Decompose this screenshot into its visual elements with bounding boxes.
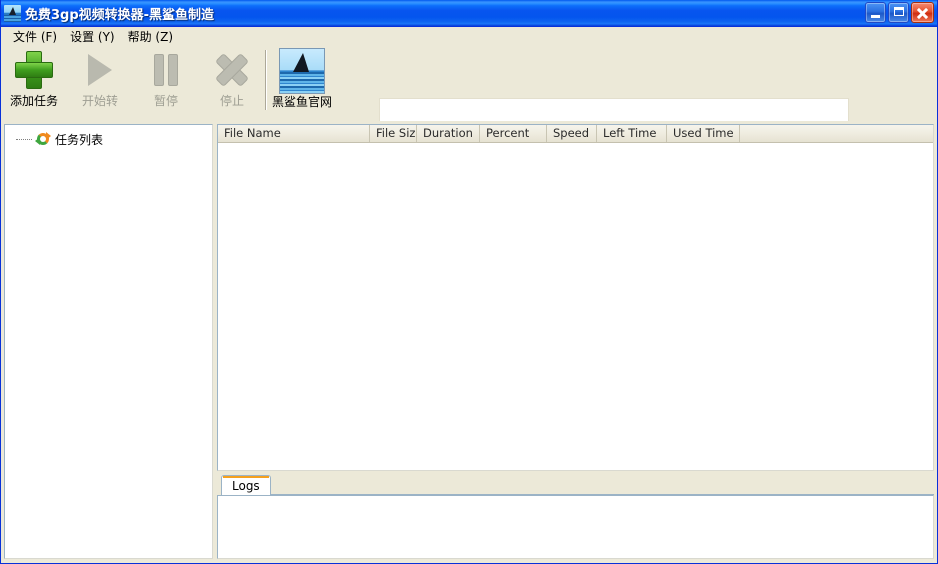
tab-strip-filler: [270, 476, 934, 495]
menu-item-file[interactable]: 文件 (F): [7, 28, 64, 46]
window-controls: [865, 2, 934, 23]
right-panel: File Name File Size Duration Percent Spe…: [217, 122, 934, 559]
log-output[interactable]: [217, 495, 934, 559]
stop-icon: [211, 49, 253, 91]
plus-icon: [13, 49, 55, 91]
task-list-rows[interactable]: [218, 143, 933, 470]
stop-label: 停止: [219, 94, 244, 108]
pause-icon: [145, 49, 187, 91]
start-convert-button[interactable]: 开始转: [67, 46, 133, 116]
column-header-percent[interactable]: Percent: [480, 125, 547, 142]
task-list-view[interactable]: File Name File Size Duration Percent Spe…: [217, 124, 934, 471]
toolbar: 添加任务 开始转 暂停 停止 黑鲨鱼官网: [1, 46, 937, 162]
menu-item-settings-label: 设置 (Y): [70, 29, 115, 44]
column-header-file-size[interactable]: File Size: [370, 125, 417, 142]
window-title: 免费3gp视频转换器-黑鲨鱼制造: [25, 7, 215, 23]
task-list-header: File Name File Size Duration Percent Spe…: [218, 125, 933, 143]
title-bar: 免费3gp视频转换器-黑鲨鱼制造: [1, 0, 937, 27]
start-convert-label: 开始转: [81, 94, 118, 108]
minimize-button[interactable]: [865, 2, 886, 23]
maximize-button[interactable]: [888, 2, 909, 23]
play-icon: [79, 49, 121, 91]
pause-button[interactable]: 暂停: [133, 46, 199, 116]
menu-item-file-label: 文件 (F): [13, 29, 58, 44]
column-header-filler[interactable]: [740, 125, 933, 142]
column-header-speed[interactable]: Speed: [547, 125, 597, 142]
menu-item-settings[interactable]: 设置 (Y): [64, 28, 122, 46]
stop-button[interactable]: 停止: [199, 46, 265, 116]
column-header-left-time[interactable]: Left Time: [597, 125, 667, 142]
official-website-label: 黑鲨鱼官网: [271, 95, 332, 109]
column-header-duration[interactable]: Duration: [417, 125, 480, 142]
tab-logs[interactable]: Logs: [221, 475, 271, 495]
official-website-button[interactable]: 黑鲨鱼官网: [266, 46, 338, 116]
main-content: 任务列表 File Name File Size Duration Percen…: [1, 121, 937, 563]
shark-icon: [4, 4, 21, 22]
add-task-button[interactable]: 添加任务: [1, 46, 67, 116]
tab-logs-label: Logs: [232, 478, 260, 493]
add-task-label: 添加任务: [9, 94, 58, 108]
column-header-used-time[interactable]: Used Time: [667, 125, 740, 142]
application-window: 免费3gp视频转换器-黑鲨鱼制造 文件 (F) 设置 (Y) 帮助 (Z) 添加…: [0, 0, 938, 564]
tree-connector: [16, 138, 32, 141]
menu-item-help[interactable]: 帮助 (Z): [122, 28, 180, 46]
menu-bar: 文件 (F) 设置 (Y) 帮助 (Z): [1, 27, 937, 46]
column-header-file-name[interactable]: File Name: [218, 125, 370, 142]
close-button[interactable]: [911, 2, 934, 23]
task-tree-panel[interactable]: 任务列表: [4, 124, 213, 559]
pause-label: 暂停: [153, 94, 178, 108]
sidebar-item-task-list[interactable]: 任务列表: [5, 130, 212, 148]
menu-item-help-label: 帮助 (Z): [127, 29, 174, 44]
sidebar-item-task-list-label: 任务列表: [55, 132, 104, 147]
convert-arrows-icon: [35, 131, 51, 147]
shark-logo-icon: [279, 48, 325, 94]
bottom-tab-strip: Logs: [217, 474, 934, 495]
